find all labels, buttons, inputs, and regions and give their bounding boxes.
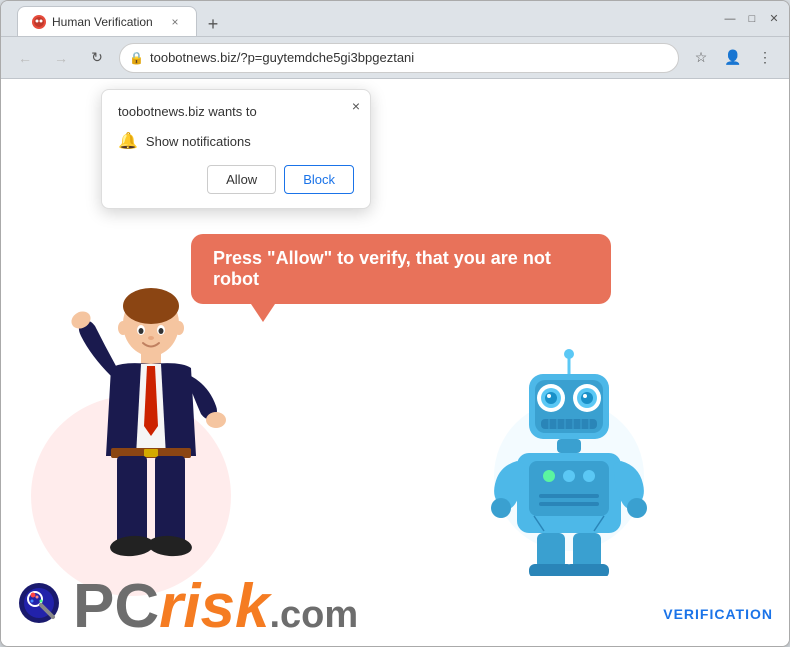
speech-bubble: Press "Allow" to verify, that you are no… [191,234,611,304]
active-tab[interactable]: Human Verification × [17,6,197,36]
tab-close-btn[interactable]: × [168,15,182,29]
browser-window: Human Verification × + — □ ✕ ← → ↻ 🔒 ☆ 👤… [0,0,790,647]
tab-favicon [32,15,46,29]
notification-popup: toobotnews.biz wants to × 🔔 Show notific… [101,89,371,209]
popup-title: toobotnews.biz wants to [118,104,354,119]
address-bar-container: 🔒 [119,43,679,73]
pcrisk-text: PC risk .com [73,576,358,638]
pc-text: PC [73,576,159,638]
popup-notification-item: 🔔 Show notifications [118,131,354,151]
tab-bar: Human Verification × + [17,1,723,36]
security-icon: 🔒 [129,51,144,65]
address-bar-input[interactable] [119,43,679,73]
title-bar: Human Verification × + — □ ✕ [1,1,789,37]
reload-button[interactable]: ↻ [83,44,111,72]
bookmark-button[interactable]: ☆ [687,44,715,72]
title-bar-controls: — □ ✕ [723,12,781,26]
navigation-bar: ← → ↻ 🔒 ☆ 👤 ⋮ [1,37,789,79]
risk-text: risk [159,576,269,638]
forward-button[interactable]: → [47,44,75,72]
back-button[interactable]: ← [11,44,39,72]
menu-button[interactable]: ⋮ [751,44,779,72]
minimize-button[interactable]: — [723,12,737,26]
popup-close-btn[interactable]: × [352,98,360,114]
allow-button[interactable]: Allow [207,165,276,194]
com-text: .com [269,596,358,634]
human-figure [61,286,241,566]
tab-label: Human Verification [52,15,153,29]
close-button[interactable]: ✕ [767,12,781,26]
block-button[interactable]: Block [284,165,354,194]
pcrisk-logo: PC risk .com [17,576,358,638]
robot-figure [489,346,649,566]
maximize-button[interactable]: □ [745,12,759,26]
bell-icon: 🔔 [118,131,138,151]
nav-right-buttons: ☆ 👤 ⋮ [687,44,779,72]
speech-bubble-text: Press "Allow" to verify, that you are no… [213,248,551,289]
popup-item-text: Show notifications [146,134,251,149]
verification-label: VERIFICATION [663,606,773,622]
magnifier-icon [17,581,69,633]
page-content: toobotnews.biz wants to × 🔔 Show notific… [1,79,789,646]
popup-buttons: Allow Block [118,165,354,194]
new-tab-button[interactable]: + [201,12,225,36]
account-button[interactable]: 👤 [719,44,747,72]
